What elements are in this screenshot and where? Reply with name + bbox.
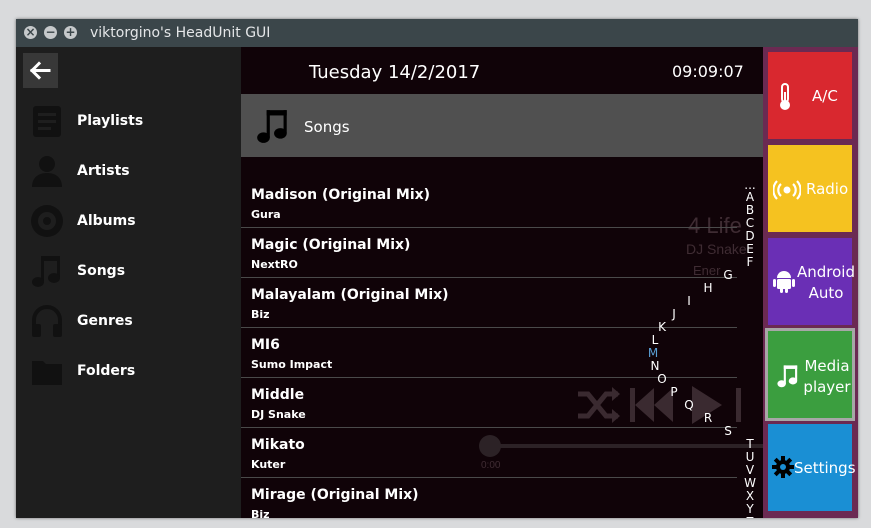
alphabet-letter[interactable]: B (744, 204, 756, 216)
song-title: MI6 (251, 337, 280, 353)
minimize-icon: − (45, 25, 56, 39)
alphabet-letter[interactable]: N (649, 360, 661, 372)
alphabet-letter[interactable]: Z (744, 516, 756, 518)
music-note-icon (777, 365, 798, 388)
sidebar-item-folders[interactable]: Folders (16, 349, 241, 395)
song-row[interactable]: Mirage (Original Mix) Biz (241, 478, 737, 518)
sidebar-item-label: Genres (77, 313, 133, 329)
maximize-window-button[interactable]: + (64, 26, 77, 39)
tile-label: A/C (812, 87, 838, 105)
tile-android-auto[interactable]: Android Auto (768, 238, 855, 325)
radio-waves-icon (773, 180, 801, 200)
disc-icon (31, 205, 63, 237)
folder-icon (32, 361, 62, 385)
tile-radio[interactable]: Radio (768, 145, 852, 232)
alphabet-letter[interactable]: W (744, 477, 756, 489)
tile-settings[interactable]: Settings (768, 424, 856, 511)
window-title: viktorgino's HeadUnit GUI (90, 25, 271, 41)
alphabet-letter[interactable]: S (722, 425, 734, 437)
song-artist: NextRO (251, 258, 298, 271)
main-panel: 4 Life DJ Snake Ener 0:00 Tuesday 14/2/2… (241, 47, 763, 518)
alphabet-letter[interactable]: J (668, 308, 680, 320)
headphones-icon (32, 305, 62, 337)
maximize-icon: + (65, 25, 76, 39)
tile-label: Media player (803, 357, 851, 396)
song-title: Madison (Original Mix) (251, 187, 431, 203)
tile-ac[interactable]: A/C (768, 52, 852, 139)
minimize-window-button[interactable]: − (44, 26, 57, 39)
alphabet-letter[interactable]: D (744, 230, 756, 242)
alphabet-letter[interactable]: E (744, 243, 756, 255)
song-artist: Kuter (251, 458, 286, 471)
song-artist: Biz (251, 308, 270, 321)
alphabet-letter[interactable]: X (744, 490, 756, 502)
alphabet-letter[interactable]: V (744, 464, 756, 476)
alphabet-letter[interactable]: L (649, 334, 661, 346)
alphabet-letter[interactable]: F (744, 256, 756, 268)
song-row[interactable]: Magic (Original Mix) NextRO (241, 228, 737, 278)
tile-media-player[interactable]: Media player (765, 328, 855, 421)
song-row[interactable]: MI6 Sumo Impact (241, 328, 737, 378)
alphabet-letter[interactable]: I (683, 295, 695, 307)
sidebar-item-playlists[interactable]: Playlists (16, 99, 241, 145)
back-button[interactable] (23, 53, 58, 88)
close-icon: × (25, 25, 36, 39)
sidebar-item-albums[interactable]: Albums (16, 199, 241, 245)
tile-label: Android Auto (797, 263, 855, 302)
sidebar-item-songs[interactable]: Songs (16, 249, 241, 295)
title-bar: × − + viktorgino's HeadUnit GUI (16, 19, 858, 47)
alphabet-letter[interactable]: G (722, 269, 734, 281)
android-icon (773, 271, 795, 293)
song-title: Magic (Original Mix) (251, 237, 411, 253)
song-artist: Sumo Impact (251, 358, 333, 371)
sidebar-item-label: Playlists (77, 113, 144, 129)
sidebar: Playlists Artists Albums Songs Genres Fo… (16, 47, 241, 518)
arrow-left-icon (29, 61, 51, 80)
song-title: Mirage (Original Mix) (251, 487, 419, 503)
alphabet-letter[interactable]: H (702, 282, 714, 294)
song-title: Middle (251, 387, 305, 403)
list-header: Songs (241, 94, 763, 157)
song-artist: DJ Snake (251, 408, 306, 421)
sidebar-item-label: Folders (77, 363, 136, 379)
alphabet-letter[interactable]: K (656, 321, 668, 333)
sidebar-item-label: Songs (77, 263, 126, 279)
song-title: Malayalam (Original Mix) (251, 287, 449, 303)
alphabet-letter[interactable]: T (744, 438, 756, 450)
alphabet-letter[interactable]: O (656, 373, 668, 385)
close-window-button[interactable]: × (24, 26, 37, 39)
alphabet-letter[interactable]: C (744, 217, 756, 229)
alphabet-letter[interactable]: M (647, 347, 659, 359)
song-artist: Gura (251, 208, 281, 221)
gear-icon (772, 456, 794, 478)
song-title: Mikato (251, 437, 305, 453)
alphabet-letter[interactable]: U (744, 451, 756, 463)
alphabet-letter[interactable]: Y (744, 503, 756, 515)
song-row[interactable]: Madison (Original Mix) Gura (241, 178, 737, 228)
list-header-title: Songs (304, 118, 350, 136)
header-time: 09:09:07 (672, 62, 744, 81)
tile-label: Radio (806, 180, 849, 198)
sidebar-item-genres[interactable]: Genres (16, 299, 241, 345)
sidebar-item-label: Albums (77, 213, 136, 229)
music-note-icon (257, 110, 287, 143)
app-window: × − + viktorgino's HeadUnit GUI Playlist… (16, 19, 858, 518)
sidebar-item-label: Artists (77, 163, 130, 179)
alphabet-letter[interactable]: Q (683, 399, 695, 411)
sidebar-item-artists[interactable]: Artists (16, 149, 241, 195)
song-artist: Biz (251, 508, 270, 518)
thermometer-icon (780, 83, 790, 110)
music-note-icon (32, 256, 60, 287)
alphabet-letter[interactable]: R (702, 412, 714, 424)
alphabet-letter[interactable]: P (668, 386, 680, 398)
playlist-icon (33, 106, 61, 137)
person-icon (32, 156, 62, 187)
app-launcher: A/C Radio Android Auto Media player Sett… (763, 47, 858, 518)
header-date: Tuesday 14/2/2017 (309, 62, 481, 83)
song-row[interactable]: Mikato Kuter (241, 428, 737, 478)
tile-label: Settings (794, 459, 856, 477)
alphabet-letter[interactable]: A (744, 191, 756, 203)
